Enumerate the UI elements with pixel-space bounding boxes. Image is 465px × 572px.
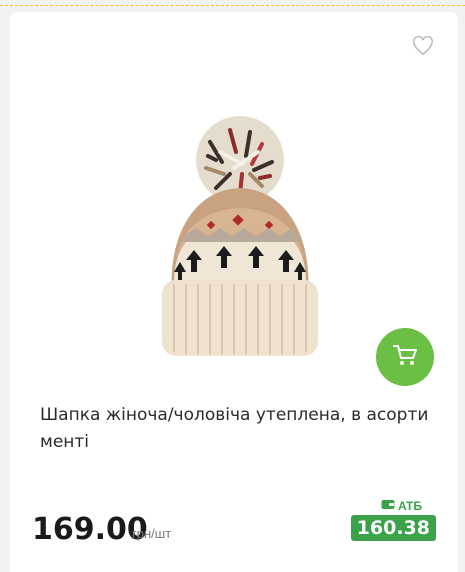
add-to-cart-button[interactable] [376,328,434,386]
club-label: АТБ [381,499,422,513]
hat-cuff [162,280,318,356]
club-price: 160.38 [350,515,436,541]
product-card[interactable]: Шапка жіноча/чоловіча утеплена, в асорти… [10,12,458,572]
club-price-block: АТБ 160.38 [350,499,436,555]
product-title[interactable]: Шапка жіноча/чоловіча утеплена, в асорти… [40,402,430,456]
product-image[interactable] [150,112,330,360]
shopping-cart-icon [392,343,418,372]
top-strip [0,0,465,6]
product-price: 169.00 [32,512,148,547]
price-row: 169.00 грн/шт АТБ 160.38 [32,499,436,552]
hat-crown [171,188,309,294]
favorite-heart-icon[interactable] [412,35,434,56]
club-label-text: АТБ [397,499,422,513]
wallet-icon [381,499,395,513]
price-unit: грн/шт [132,526,172,541]
